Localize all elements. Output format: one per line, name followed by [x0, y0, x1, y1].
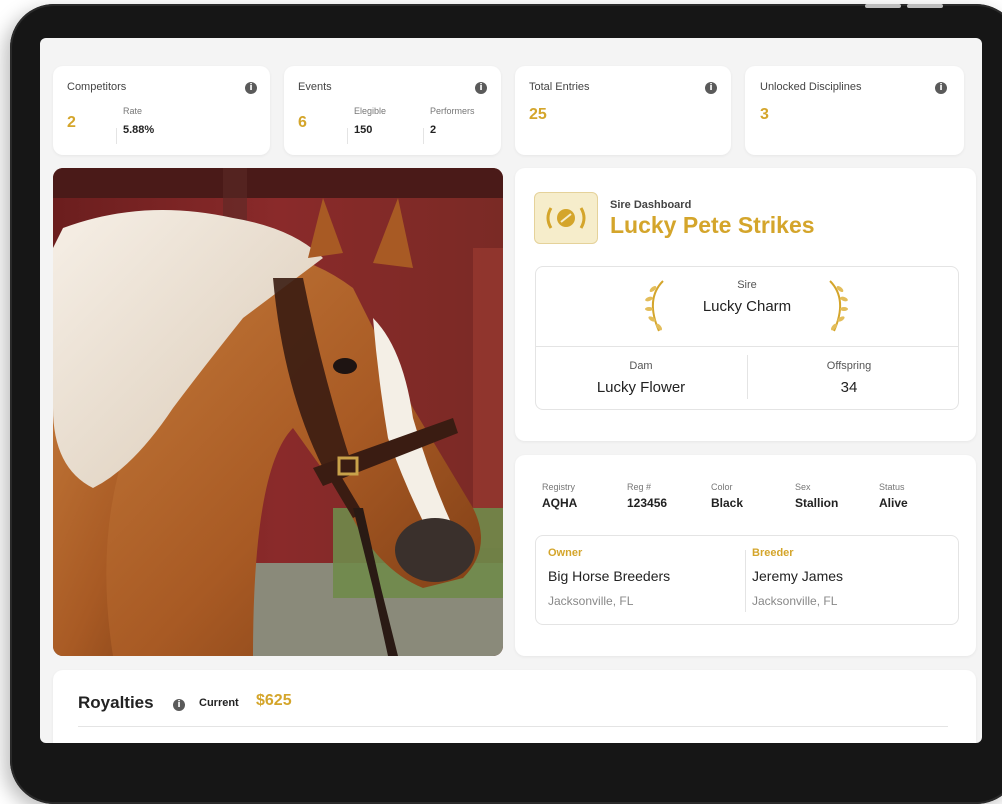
royalties-card — [53, 670, 976, 743]
divider — [78, 726, 948, 727]
owner-name: Big Horse Breeders — [548, 568, 671, 584]
elegible-value: 150 — [354, 124, 373, 136]
horse-name: Lucky Pete Strikes — [610, 212, 815, 238]
unlocked-disciplines-label: Unlocked Disciplines — [760, 81, 862, 93]
status-value: Alive — [879, 496, 908, 510]
info-icon[interactable]: i — [475, 82, 487, 94]
horse-details-card: Registry AQHA Reg # 123456 Color Black S… — [515, 455, 976, 656]
performers-value: 2 — [430, 124, 437, 136]
royalties-title: Royalties — [78, 693, 154, 712]
registry-label: Registry — [542, 482, 576, 492]
registry-value: AQHA — [542, 496, 578, 510]
competitors-label: Competitors — [67, 81, 127, 93]
divider — [116, 128, 117, 144]
sire-label: Sire — [737, 279, 757, 291]
divider — [747, 355, 748, 399]
owner-label: Owner — [548, 547, 583, 559]
info-icon[interactable]: i — [935, 82, 947, 94]
breeder-label: Breeder — [752, 547, 794, 559]
competitors-value: 2 — [67, 114, 76, 131]
reg-number-label: Reg # — [627, 482, 652, 492]
unlocked-disciplines-card: Unlocked Disciplines i 3 — [745, 66, 964, 155]
divider — [536, 346, 958, 347]
rate-value: 5.88% — [123, 124, 155, 136]
offspring-value: 34 — [840, 379, 858, 396]
laurel-icon — [818, 277, 854, 340]
events-value: 6 — [298, 114, 307, 131]
sex-value: Stallion — [795, 496, 839, 510]
laurel-icon — [639, 277, 675, 340]
color-label: Color — [711, 482, 733, 492]
offspring-label: Offspring — [826, 360, 872, 372]
divider — [347, 128, 348, 144]
total-entries-card: Total Entries i 25 — [515, 66, 731, 155]
laurel-badge-icon — [534, 192, 598, 244]
royalties-current-value: $625 — [256, 692, 292, 709]
royalties-current-label: Current — [199, 697, 239, 709]
horse-photo — [53, 168, 503, 656]
events-label: Events — [298, 81, 332, 93]
info-icon[interactable]: i — [173, 699, 185, 711]
events-card: Events i 6 Elegible 150 Performers 2 — [284, 66, 501, 155]
info-icon[interactable]: i — [245, 82, 257, 94]
owner-city: Jacksonville, FL — [548, 594, 634, 608]
divider — [423, 128, 424, 144]
elegible-label: Elegible — [354, 106, 387, 116]
total-entries-value: 25 — [529, 106, 547, 123]
device-button — [865, 4, 901, 8]
total-entries-label: Total Entries — [529, 81, 590, 93]
info-icon[interactable]: i — [705, 82, 717, 94]
dam-label: Dam — [629, 360, 653, 372]
rate-label: Rate — [123, 106, 143, 116]
color-value: Black — [711, 496, 744, 510]
pedigree-box: Sire Lucky Charm Dam Lucky Flower Offspr… — [535, 266, 959, 410]
breeder-city: Jacksonville, FL — [752, 594, 838, 608]
breeder-name: Jeremy James — [752, 568, 844, 584]
reg-number-value: 123456 — [627, 496, 668, 510]
dashboard-screen: Competitors i 2 Rate 5.88% Events i 6 El… — [40, 38, 982, 743]
sire-value: Lucky Charm — [702, 298, 792, 315]
status-label: Status — [879, 482, 905, 492]
dashboard-label: Sire Dashboard — [610, 199, 692, 211]
unlocked-disciplines-value: 3 — [760, 106, 769, 123]
performers-label: Performers — [430, 106, 475, 116]
sire-dashboard-card: Sire Dashboard Lucky Pete Strikes Sire L… — [515, 168, 976, 441]
owner-breeder-box: Owner Big Horse Breeders Jacksonville, F… — [535, 535, 959, 625]
divider — [745, 550, 746, 612]
device-button — [907, 4, 943, 8]
sex-label: Sex — [795, 482, 811, 492]
competitors-card: Competitors i 2 Rate 5.88% — [53, 66, 270, 155]
dam-value: Lucky Flower — [596, 379, 686, 396]
